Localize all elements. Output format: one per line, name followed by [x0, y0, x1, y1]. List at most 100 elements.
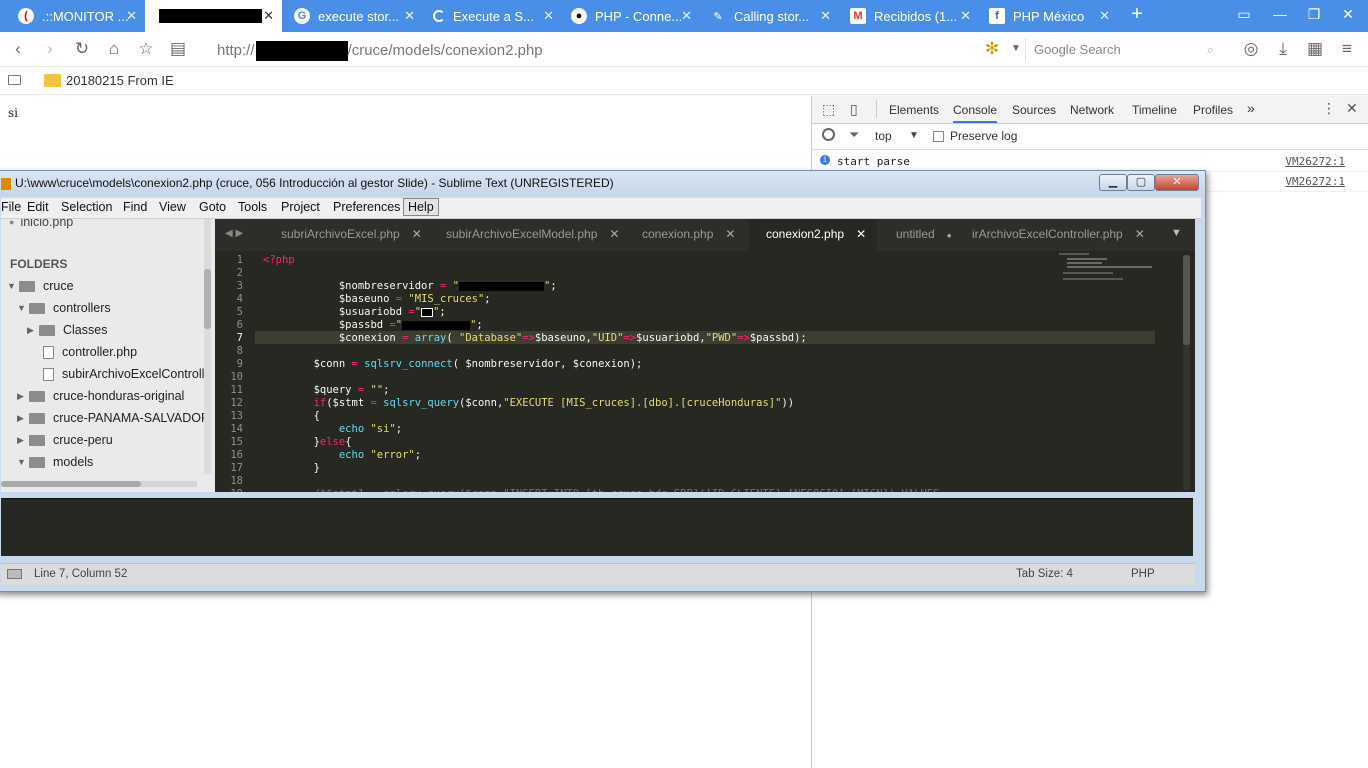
chevron-down-icon[interactable]: ▼: [909, 130, 919, 141]
clear-console-icon[interactable]: [822, 128, 835, 141]
close-button[interactable]: ✕: [1155, 174, 1199, 191]
menu-project[interactable]: Project: [281, 200, 320, 214]
unsaved-dot-icon[interactable]: ●: [947, 231, 952, 240]
context-select[interactable]: top: [875, 129, 892, 143]
search-input[interactable]: Google Search ⌕: [1025, 38, 1220, 61]
editor-tab[interactable]: irArchivoExcelController.php ✕: [972, 227, 1145, 241]
tree-item-peru[interactable]: ▶ cruce-peru: [17, 429, 113, 451]
sidebar-icon[interactable]: [8, 75, 21, 85]
close-icon[interactable]: ✕: [960, 8, 971, 24]
tree-item-classes[interactable]: ▶ Classes: [27, 319, 107, 341]
tree-item-controllers[interactable]: ▼ controllers: [17, 297, 111, 319]
back-icon[interactable]: ‹: [8, 39, 28, 59]
kebab-menu-icon[interactable]: ⋮: [1322, 100, 1336, 117]
sidebar-scrollbar[interactable]: [204, 219, 211, 474]
menu-selection[interactable]: Selection: [61, 200, 112, 214]
tree-item-honduras[interactable]: ▶ cruce-honduras-original: [17, 385, 184, 407]
history-icon[interactable]: ◎: [1241, 39, 1261, 59]
close-icon[interactable]: ✕: [856, 227, 866, 241]
browser-tab[interactable]: ● PHP - Conne... ✕: [563, 0, 700, 32]
close-window-button[interactable]: ✕: [1338, 6, 1358, 23]
close-icon[interactable]: ✕: [820, 8, 831, 24]
browser-tab[interactable]: f PHP México ✕: [981, 0, 1118, 32]
sidebar-toggle-icon[interactable]: ▭: [1234, 6, 1254, 23]
maximize-button[interactable]: ▢: [1127, 174, 1155, 191]
close-icon[interactable]: ✕: [404, 8, 415, 24]
editor-tab[interactable]: subirArchivoExcelModel.php ✕: [446, 227, 619, 241]
menu-view[interactable]: View: [159, 200, 186, 214]
menu-goto[interactable]: Goto: [199, 200, 226, 214]
download-icon[interactable]: ⤓: [1273, 39, 1293, 59]
code-editor[interactable]: 1 2 3 4 5 6 7 8 9 10 11 12 13 14 15 16 1…: [215, 251, 1195, 492]
menu-tools[interactable]: Tools: [238, 200, 267, 214]
editor-scrollbar[interactable]: [1183, 255, 1190, 490]
more-tabs-icon[interactable]: »: [1247, 100, 1255, 116]
browser-tab[interactable]: ✎ Calling stor... ✕: [702, 0, 839, 32]
tab-console[interactable]: Console: [953, 103, 998, 123]
log-source-link[interactable]: VM26272:1: [1285, 175, 1345, 188]
scroll-thumb[interactable]: [204, 269, 211, 329]
preserve-log-checkbox[interactable]: [933, 131, 944, 142]
browser-tab[interactable]: M Recibidos (1... ✕: [842, 0, 979, 32]
close-icon[interactable]: ✕: [126, 8, 137, 24]
restore-button[interactable]: ❐: [1304, 6, 1324, 23]
browser-tab[interactable]: Execute a S... ✕: [425, 0, 562, 32]
address-bar[interactable]: http:///cruce/models/conexion2.php: [217, 41, 543, 61]
tab-dropdown-icon[interactable]: ▼: [1171, 227, 1182, 239]
close-icon[interactable]: ✕: [725, 227, 735, 241]
tree-item-panama[interactable]: ▶ cruce-PANAMA-SALVADOR: [17, 407, 210, 429]
filter-icon[interactable]: ⏷: [849, 127, 859, 143]
sidebar-open-file[interactable]: ● inicio.php: [9, 219, 73, 233]
star-icon[interactable]: ☆: [136, 39, 156, 59]
tab-elements[interactable]: Elements: [889, 103, 939, 117]
minimap[interactable]: [1055, 251, 1175, 311]
menu-help[interactable]: Help: [403, 198, 439, 216]
close-icon[interactable]: ✕: [609, 227, 619, 241]
editor-tab[interactable]: subriArchivoExcel.php ✕: [281, 227, 422, 241]
new-tab-button[interactable]: +: [1127, 3, 1147, 26]
menu-icon[interactable]: ≡: [1337, 39, 1357, 59]
tree-item-subir-controller[interactable]: subirArchivoExcelControlle: [43, 363, 211, 385]
close-icon[interactable]: ✕: [1099, 8, 1110, 24]
close-icon[interactable]: ✕: [412, 227, 422, 241]
tab-size-indicator[interactable]: Tab Size: 4: [1016, 568, 1073, 580]
close-icon[interactable]: ✕: [263, 8, 274, 24]
reload-icon[interactable]: ↻: [72, 39, 92, 59]
browser-tab[interactable]: G execute stor... ✕: [286, 0, 423, 32]
menu-preferences[interactable]: Preferences: [333, 200, 400, 214]
menu-find[interactable]: Find: [123, 200, 147, 214]
tab-nav-arrows-icon[interactable]: ◀ ▶: [225, 228, 243, 239]
close-icon[interactable]: ✕: [681, 8, 692, 24]
log-source-link[interactable]: VM26272:1: [1285, 155, 1345, 168]
bookmark-folder[interactable]: 20180215 From IE: [66, 73, 174, 88]
chevron-down-icon[interactable]: ▼: [1006, 39, 1026, 59]
sidebar-hscrollbar[interactable]: [1, 481, 197, 487]
inspect-icon[interactable]: ⬚: [822, 101, 835, 118]
console-output-pane[interactable]: [1, 498, 1193, 556]
minimize-button[interactable]: ▁: [1099, 174, 1127, 191]
browser-tab[interactable]: ( .::MONITOR ... ✕: [10, 0, 145, 32]
minimize-button[interactable]: —: [1270, 6, 1290, 22]
tree-item-models[interactable]: ▼ models: [17, 451, 93, 473]
forward-icon[interactable]: ›: [40, 39, 60, 59]
panel-toggle-icon[interactable]: [7, 569, 22, 579]
reader-icon[interactable]: ▤: [168, 39, 188, 59]
syntax-indicator[interactable]: PHP: [1131, 568, 1155, 580]
close-icon[interactable]: ✕: [543, 8, 554, 24]
browser-tab-active[interactable]: ✕: [145, 0, 282, 32]
tab-timeline[interactable]: Timeline: [1132, 103, 1177, 117]
close-devtools-icon[interactable]: ✕: [1346, 100, 1358, 117]
menu-edit[interactable]: Edit: [27, 200, 49, 214]
menu-file[interactable]: File: [1, 200, 21, 214]
tab-sources[interactable]: Sources: [1012, 103, 1056, 117]
extension-icon[interactable]: ✻: [982, 39, 1002, 59]
tab-network[interactable]: Network: [1070, 103, 1114, 117]
scroll-thumb[interactable]: [1183, 255, 1190, 345]
apps-icon[interactable]: ▦: [1305, 39, 1325, 59]
home-icon[interactable]: ⌂: [104, 39, 124, 59]
tab-profiles[interactable]: Profiles: [1193, 103, 1233, 117]
scroll-thumb[interactable]: [1, 481, 141, 487]
editor-tab[interactable]: conexion.php ✕: [642, 227, 735, 241]
tree-item-cruce[interactable]: ▼ cruce: [7, 275, 74, 297]
device-icon[interactable]: ▯: [850, 101, 858, 118]
